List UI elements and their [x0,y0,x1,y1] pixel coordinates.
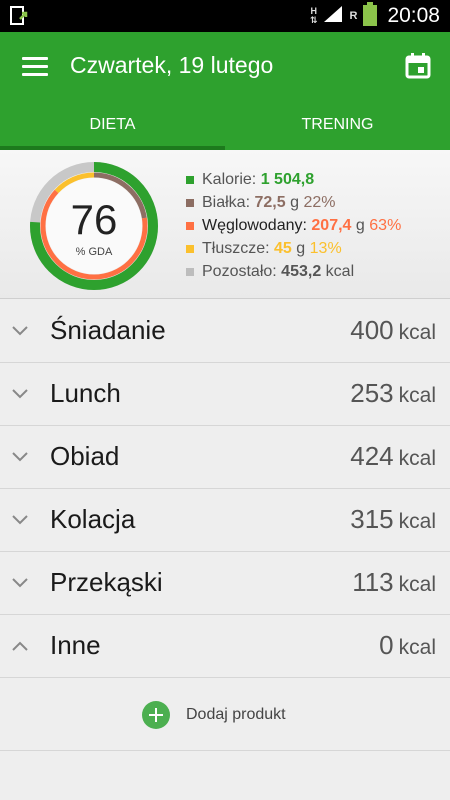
add-product-section: Dodaj produkt [0,680,450,751]
clock: 20:08 [387,4,440,27]
battery-icon [363,1,378,31]
meal-kcal: 253 kcal [350,378,436,409]
app-bar: Czwartek, 19 lutego [0,32,450,102]
meal-kcal-value: 424 [350,441,394,471]
meal-kcal-unit: kcal [398,573,436,596]
add-product-label: Dodaj produkt [186,706,286,723]
legend-unit: kcal [325,262,355,280]
legend-value: 207,4 [311,216,352,234]
legend-label: Białka: [202,193,251,211]
chevron-up-icon[interactable] [12,638,28,656]
legend-carbs: Węglowodany: 207,4 g 63% [186,214,401,237]
add-product-button[interactable]: Dodaj produkt [142,701,286,729]
legend-value: 453,2 [281,262,322,280]
roaming-label: R [349,9,358,22]
legend-label: Węglowodany: [202,216,307,234]
status-bar: H ⇅ R 20:08 [0,0,450,32]
tab-dieta[interactable]: DIETA [0,102,225,150]
meal-list: Śniadanie 400 kcal Lunch 253 kcal Obiad 42… [0,300,450,678]
legend-percent: 63% [369,216,402,234]
data-transfer-icon: H ⇅ [309,6,318,25]
meal-kcal-unit: kcal [398,510,436,533]
meal-row-przekaski[interactable]: Przekąski 113 kcal [0,552,450,615]
meal-name: Śniadanie [50,315,166,345]
legend-unit: g [296,239,306,257]
legend-swatch [186,221,194,230]
meal-name: Lunch [50,378,121,408]
gda-ring-chart: 76 % GDA [30,162,158,290]
meal-kcal-value: 113 [352,567,394,597]
meal-name: Inne [50,630,101,660]
legend-percent: 22% [303,193,336,211]
meal-row-lunch[interactable]: Lunch 253 kcal [0,363,450,426]
legend-remaining: Pozostało: 453,2 kcal [186,260,401,283]
legend-label: Kalorie: [202,170,257,188]
legend-fat: Tłuszcze: 45 g 13% [186,237,401,260]
legend-calories: Kalorie: 1 504,8 [186,168,401,191]
meal-kcal: 113 kcal [352,567,436,598]
gda-value: 76 [70,196,118,243]
legend-unit: g [290,193,299,211]
signal-icon [323,5,343,28]
meal-kcal: 424 kcal [350,441,436,472]
gda-label: % GDA [75,246,113,258]
page-title: Czwartek, 19 lutego [70,52,274,78]
chevron-down-icon[interactable] [12,386,28,404]
chevron-down-icon[interactable] [12,449,28,467]
meal-row-kolacja[interactable]: Kolacja 315 kcal [0,489,450,552]
tab-bar: DIETA TRENING [0,102,450,150]
tab-trening[interactable]: TRENING [225,102,450,150]
chevron-down-icon[interactable] [12,323,28,341]
meal-kcal: 0 kcal [379,630,436,661]
meal-kcal-unit: kcal [398,636,436,659]
legend-percent: 13% [309,239,342,257]
legend-label: Pozostało: [202,262,277,280]
meal-kcal-value: 315 [350,504,394,534]
legend-value: 72,5 [254,193,286,211]
legend-unit: g [355,216,365,234]
meal-kcal-value: 253 [350,378,394,408]
meal-row-obiad[interactable]: Obiad 424 kcal [0,426,450,489]
chevron-down-icon[interactable] [12,512,28,530]
meal-name: Kolacja [50,504,136,534]
meal-row-sniadanie[interactable]: Śniadanie 400 kcal [0,300,450,363]
legend-value: 45 [274,239,292,257]
meal-kcal: 400 kcal [350,315,436,346]
meal-name: Obiad [50,441,120,471]
legend-swatch [186,198,194,207]
meal-kcal-unit: kcal [398,384,436,407]
plus-circle-icon[interactable] [142,701,170,729]
legend-value: 1 504,8 [260,170,315,188]
menu-icon[interactable] [22,57,48,77]
nutrition-summary: 76 % GDA Kalorie: 1 504,8 Białka: 72,5 g… [0,150,450,299]
legend-label: Tłuszcze: [202,239,270,257]
file-upload-icon [10,6,32,31]
nutrition-legend: Kalorie: 1 504,8 Białka: 72,5 g 22% Węgl… [186,168,401,283]
legend-protein: Białka: 72,5 g 22% [186,191,401,214]
legend-swatch [186,267,194,276]
meal-kcal-unit: kcal [398,321,436,344]
legend-swatch [186,175,194,184]
meal-kcal-value: 400 [350,315,394,345]
calendar-icon[interactable] [404,52,432,85]
legend-swatch [186,244,194,253]
meal-name: Przekąski [50,567,163,597]
meal-kcal: 315 kcal [350,504,436,535]
meal-kcal-unit: kcal [398,447,436,470]
chevron-down-icon[interactable] [12,575,28,593]
meal-row-inne[interactable]: Inne 0 kcal [0,615,450,678]
meal-kcal-value: 0 [379,630,394,660]
